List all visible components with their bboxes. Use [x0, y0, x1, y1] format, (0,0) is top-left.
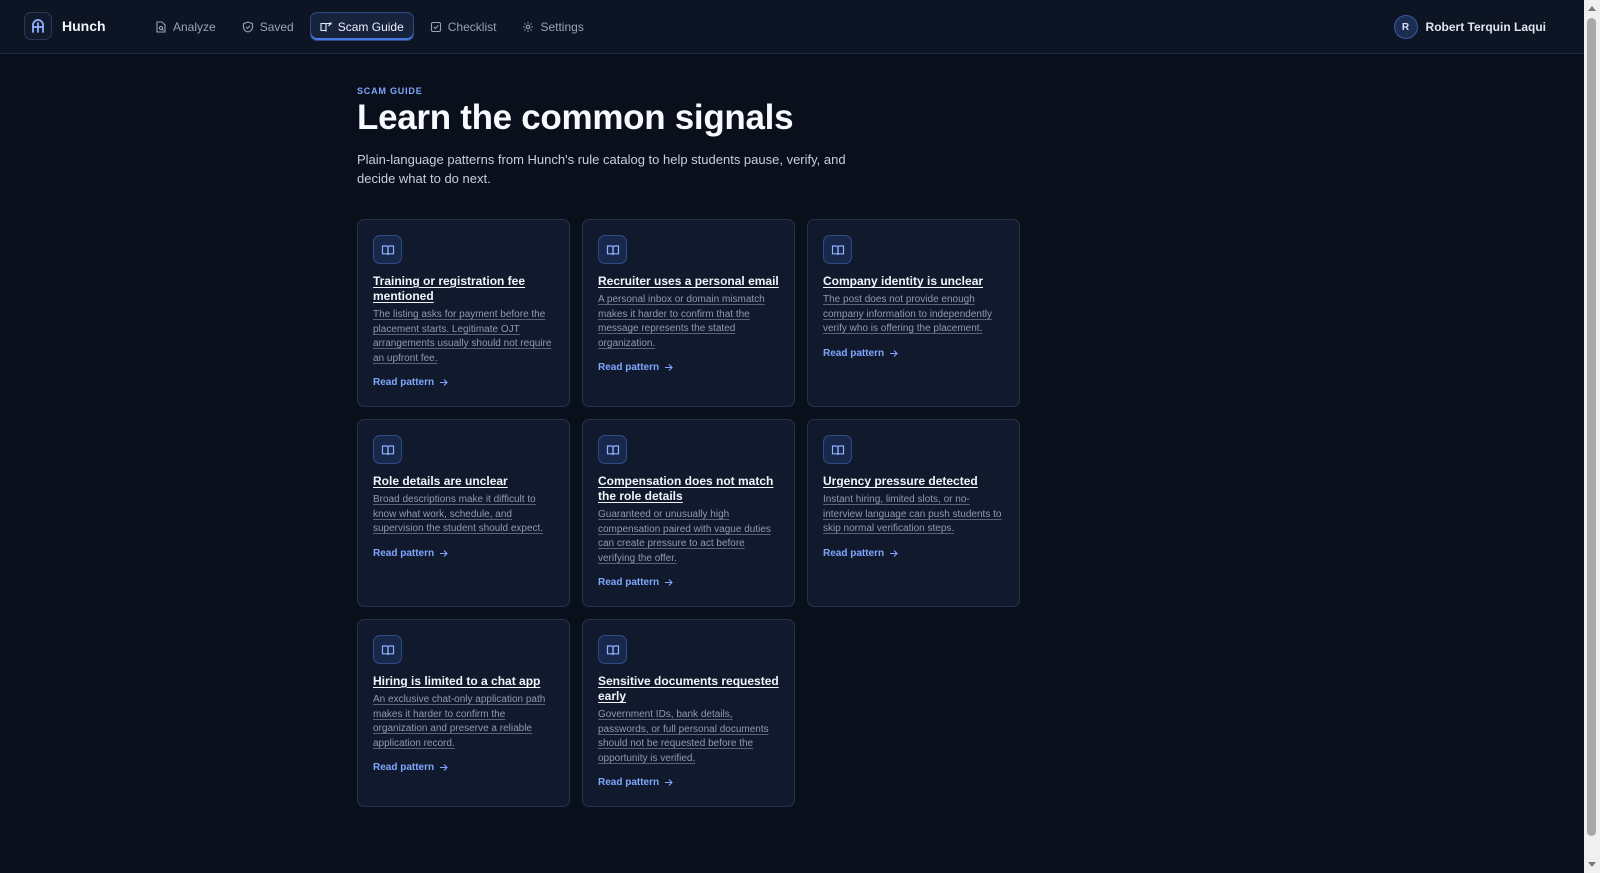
- avatar: R: [1393, 15, 1418, 39]
- nav-scam-guide[interactable]: Scam Guide: [309, 12, 414, 41]
- shield-check-icon: [242, 20, 253, 33]
- gear-icon: [523, 21, 534, 32]
- nav-checklist[interactable]: Checklist: [420, 12, 507, 41]
- read-pattern-link[interactable]: Read pattern: [598, 577, 673, 588]
- pattern-card: Urgency pressure detected Instant hiring…: [807, 419, 1020, 607]
- arrow-right-icon: [665, 779, 673, 787]
- card-description[interactable]: Guaranteed or unusually high compensatio…: [598, 508, 779, 566]
- nav-saved-label: Saved: [259, 19, 294, 34]
- page-title: Learn the common signals: [357, 98, 794, 137]
- read-pattern-label: Read pattern: [373, 547, 435, 559]
- pattern-card: Compensation does not match the role det…: [582, 419, 795, 607]
- read-pattern-link[interactable]: Read pattern: [823, 548, 898, 559]
- card-title[interactable]: Sensitive documents requested early: [598, 674, 779, 704]
- pattern-card: Recruiter uses a personal email A person…: [582, 219, 795, 407]
- card-description[interactable]: Instant hiring, limited slots, or no-int…: [823, 493, 1004, 537]
- vertical-scrollbar[interactable]: [1584, 0, 1600, 873]
- top-navigation-bar: Hunch Analyze Saved Scam Guide Checklist…: [0, 0, 1584, 54]
- book-icon: [373, 435, 402, 464]
- page-eyebrow: SCAM GUIDE: [357, 86, 423, 96]
- book-icon: [373, 235, 402, 264]
- book-icon: [373, 635, 402, 664]
- brand[interactable]: Hunch: [24, 12, 106, 40]
- card-title[interactable]: Compensation does not match the role det…: [598, 474, 779, 504]
- read-pattern-link[interactable]: Read pattern: [373, 762, 448, 773]
- book-icon: [598, 635, 627, 664]
- scroll-down-arrow-icon[interactable]: [1588, 862, 1596, 867]
- nav-analyze-label: Analyze: [173, 19, 216, 34]
- read-pattern-link[interactable]: Read pattern: [598, 777, 673, 788]
- read-pattern-link[interactable]: Read pattern: [598, 362, 673, 373]
- pattern-card: Hiring is limited to a chat app An exclu…: [357, 619, 570, 807]
- read-pattern-link[interactable]: Read pattern: [373, 377, 448, 388]
- book-icon: [598, 235, 627, 264]
- card-title[interactable]: Company identity is unclear: [823, 274, 1004, 289]
- main-nav: Analyze Saved Scam Guide Checklist Setti…: [145, 12, 594, 41]
- document-search-icon: [156, 20, 166, 33]
- card-description[interactable]: A personal inbox or domain mismatch make…: [598, 293, 779, 351]
- arrow-right-icon: [665, 364, 673, 372]
- nav-checklist-label: Checklist: [447, 19, 497, 34]
- card-description[interactable]: Government IDs, bank details, passwords,…: [598, 708, 779, 766]
- card-title[interactable]: Hiring is limited to a chat app: [373, 674, 554, 689]
- card-description[interactable]: The listing asks for payment before the …: [373, 308, 554, 366]
- read-pattern-label: Read pattern: [598, 577, 660, 589]
- arrow-right-icon: [440, 549, 448, 557]
- arrow-right-icon: [440, 379, 448, 387]
- card-description[interactable]: Broad descriptions make it difficult to …: [373, 493, 554, 537]
- hunch-logo-icon: [24, 12, 52, 40]
- user-name: Robert Terquin Laqui: [1425, 20, 1546, 34]
- read-pattern-link[interactable]: Read pattern: [373, 548, 448, 559]
- card-title[interactable]: Recruiter uses a personal email: [598, 274, 779, 289]
- read-pattern-link[interactable]: Read pattern: [823, 348, 898, 359]
- card-description[interactable]: An exclusive chat-only application path …: [373, 693, 554, 751]
- read-pattern-label: Read pattern: [823, 547, 885, 559]
- pattern-card: Training or registration fee mentioned T…: [357, 219, 570, 407]
- nav-settings[interactable]: Settings: [512, 12, 593, 41]
- nav-settings-label: Settings: [540, 19, 584, 34]
- nav-scam-guide-label: Scam Guide: [337, 19, 404, 34]
- read-pattern-label: Read pattern: [373, 762, 435, 774]
- arrow-right-icon: [890, 549, 898, 557]
- pattern-card-grid: Training or registration fee mentioned T…: [357, 219, 1020, 807]
- arrow-right-icon: [665, 579, 673, 587]
- card-title[interactable]: Training or registration fee mentioned: [373, 274, 554, 304]
- book-icon: [823, 235, 852, 264]
- card-description[interactable]: The post does not provide enough company…: [823, 293, 1004, 337]
- scroll-up-arrow-icon[interactable]: [1588, 6, 1596, 11]
- read-pattern-label: Read pattern: [598, 777, 660, 789]
- brand-name: Hunch: [62, 18, 106, 34]
- book-open-icon: [320, 21, 332, 32]
- pattern-card: Company identity is unclear The post doe…: [807, 219, 1020, 407]
- card-title[interactable]: Urgency pressure detected: [823, 474, 1004, 489]
- book-icon: [598, 435, 627, 464]
- nav-saved[interactable]: Saved: [232, 12, 304, 41]
- arrow-right-icon: [890, 349, 898, 357]
- card-title[interactable]: Role details are unclear: [373, 474, 554, 489]
- page-subtitle: Plain-language patterns from Hunch's rul…: [357, 152, 846, 186]
- pattern-card: Role details are unclear Broad descripti…: [357, 419, 570, 607]
- nav-analyze[interactable]: Analyze: [145, 12, 226, 41]
- arrow-right-icon: [440, 764, 448, 772]
- checkbox-icon: [430, 21, 441, 32]
- scroll-thumb[interactable]: [1587, 18, 1596, 836]
- pattern-card: Sensitive documents requested early Gove…: [582, 619, 795, 807]
- read-pattern-label: Read pattern: [598, 362, 660, 374]
- read-pattern-label: Read pattern: [823, 347, 885, 359]
- book-icon: [823, 435, 852, 464]
- user-menu[interactable]: R Robert Terquin Laqui: [1393, 15, 1546, 39]
- read-pattern-label: Read pattern: [373, 377, 435, 389]
